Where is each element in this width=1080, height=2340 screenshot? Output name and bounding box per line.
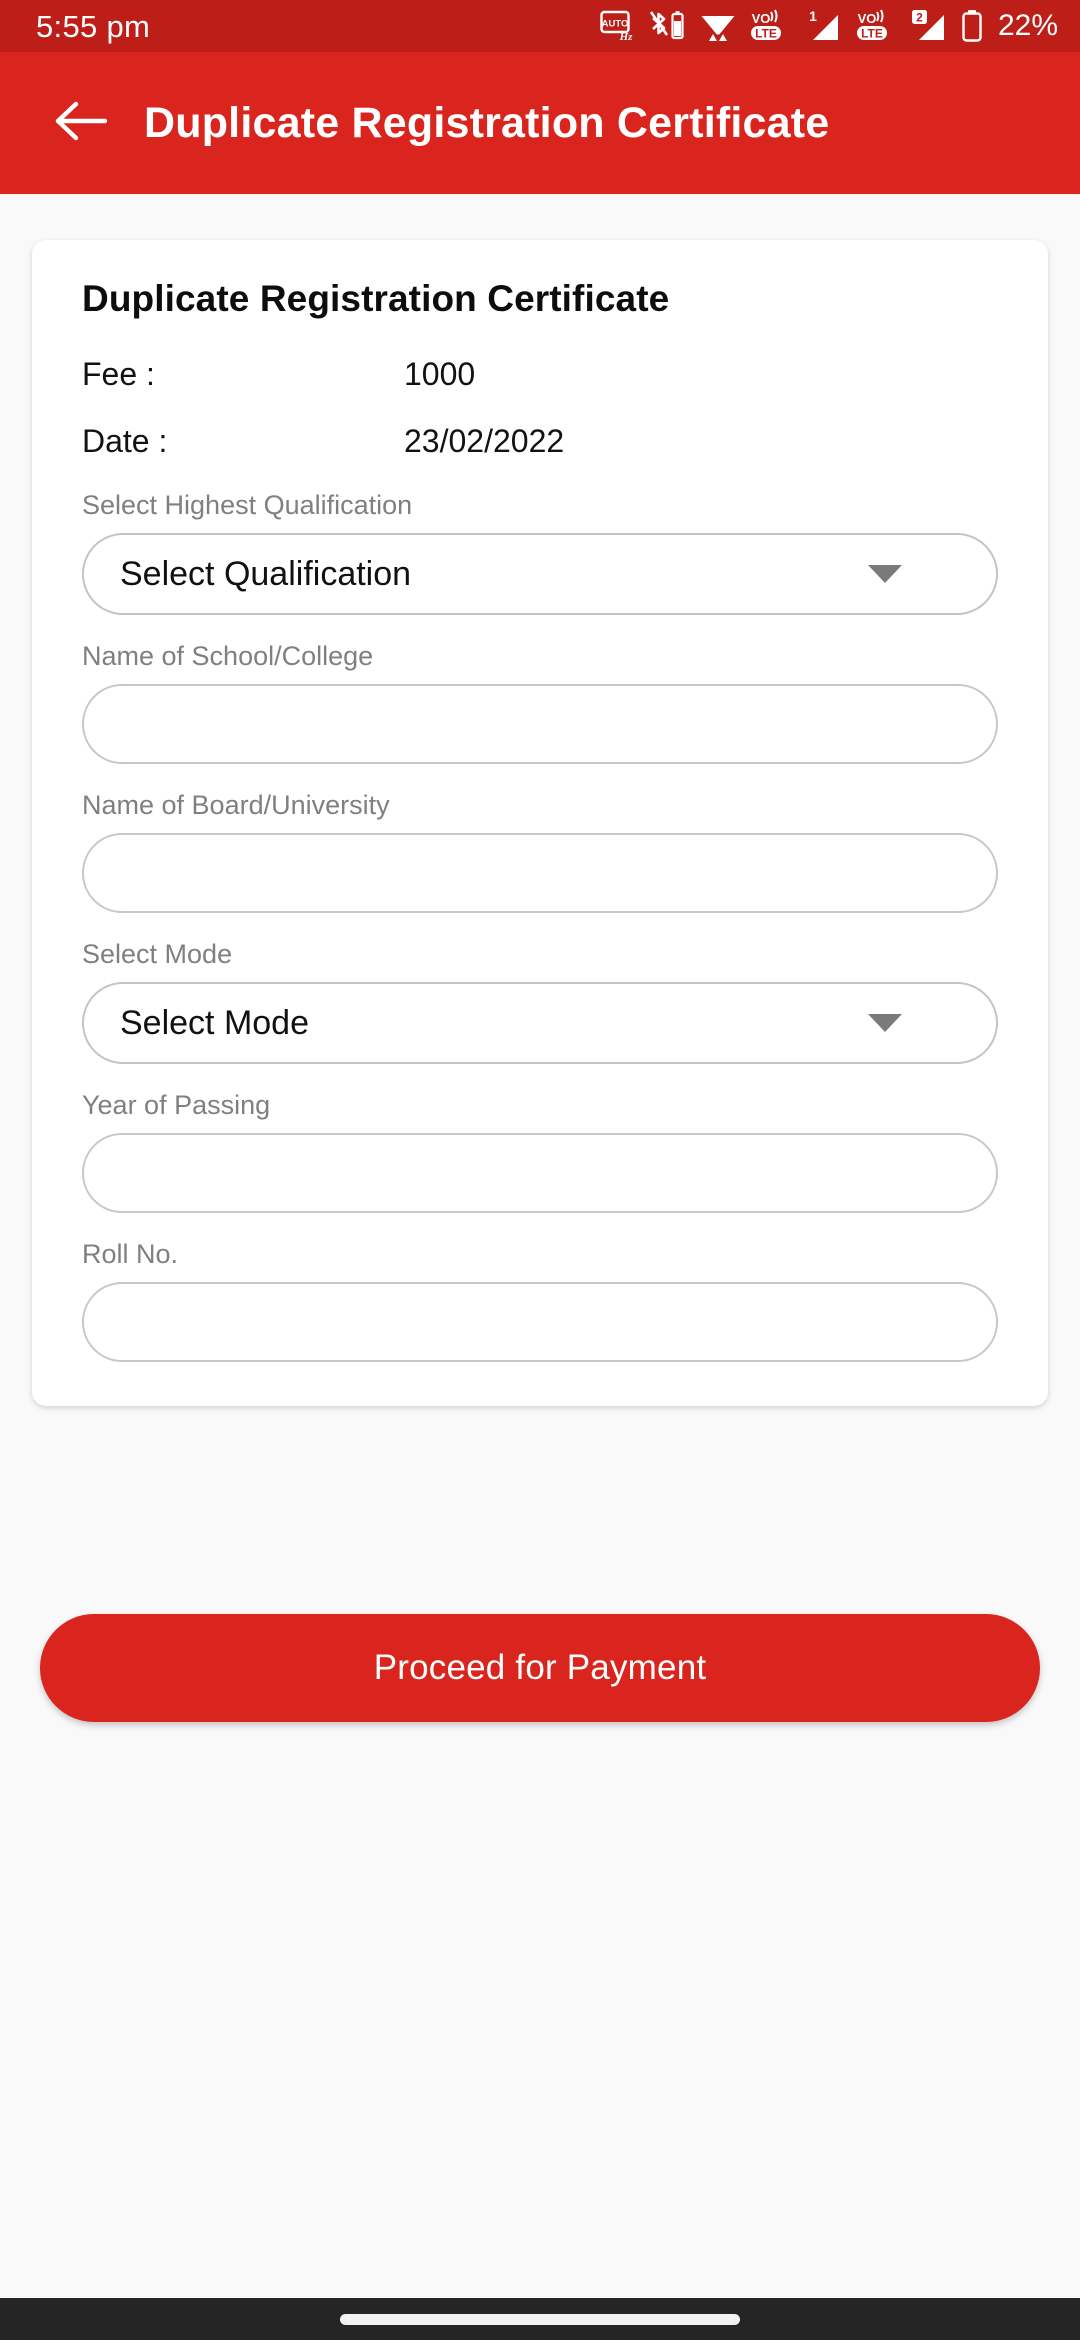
status-bar: 5:55 pm AUTO Hz VO LTE 1 VO LTE 2 22% (0, 0, 1080, 52)
svg-text:LTE: LTE (861, 27, 883, 41)
status-bar-clock: 5:55 pm (36, 8, 151, 44)
field-label-year: Year of Passing (82, 1090, 271, 1120)
system-navigation-bar (0, 2298, 1080, 2340)
field-label-mode: Select Mode (82, 939, 233, 969)
svg-text:LTE: LTE (755, 27, 777, 41)
proceed-for-payment-label: Proceed for Payment (373, 1648, 707, 1687)
year-input[interactable] (82, 1133, 998, 1213)
volte-sim1-icon: VO LTE (749, 9, 791, 43)
mode-select[interactable]: Select Mode (82, 982, 998, 1064)
school-input[interactable] (82, 684, 998, 764)
detail-row-date: Date : 23/02/2022 (82, 423, 998, 460)
field-mode: Select Mode Select Mode (82, 939, 998, 1064)
svg-text:2: 2 (916, 11, 923, 25)
wifi-icon (700, 9, 736, 43)
phone-screen: 5:55 pm AUTO Hz VO LTE 1 VO LTE 2 22% Du… (0, 0, 1080, 2340)
qualification-select[interactable]: Select Qualification (82, 533, 998, 615)
home-gesture-pill[interactable] (340, 2313, 740, 2325)
field-label-qualification: Select Highest Qualification (82, 490, 413, 520)
chevron-down-icon (868, 565, 902, 583)
battery-percentage: 22% (997, 9, 1058, 42)
chevron-down-icon (868, 1014, 902, 1032)
field-roll-no: Roll No. (82, 1239, 998, 1362)
field-school: Name of School/College (82, 641, 998, 764)
svg-text:1: 1 (809, 9, 817, 24)
battery-icon (961, 9, 983, 43)
signal-sim1-icon: 1 (804, 9, 842, 43)
field-board: Name of Board/University (82, 790, 998, 913)
svg-text:Hz: Hz (619, 31, 634, 42)
app-bar: Duplicate Registration Certificate (0, 52, 1080, 194)
field-label-roll-no: Roll No. (82, 1239, 179, 1269)
qualification-select-value: Select Qualification (120, 555, 412, 593)
fee-label: Fee : (82, 356, 155, 392)
field-label-school: Name of School/College (82, 641, 374, 671)
board-input[interactable] (82, 833, 998, 913)
form-card: Duplicate Registration Certificate Fee :… (32, 240, 1048, 1406)
status-bar-icons: AUTO Hz VO LTE 1 VO LTE 2 22% (600, 9, 1058, 43)
signal-sim2-icon: 2 (910, 9, 948, 43)
back-button[interactable] (28, 69, 136, 177)
arrow-left-icon (53, 99, 111, 148)
auto-refresh-rate-icon: AUTO Hz (600, 10, 634, 42)
bluetooth-battery-icon (647, 9, 687, 43)
roll-no-input[interactable] (82, 1282, 998, 1362)
detail-row-fee: Fee : 1000 (82, 356, 998, 393)
field-label-board: Name of Board/University (82, 790, 390, 820)
field-qualification: Select Highest Qualification Select Qual… (82, 490, 998, 615)
mode-select-value: Select Mode (120, 1004, 309, 1042)
page-title: Duplicate Registration Certificate (144, 98, 830, 147)
svg-text:VO: VO (752, 11, 771, 26)
date-value: 23/02/2022 (404, 423, 565, 459)
volte-sim2-icon: VO LTE (855, 9, 897, 43)
svg-text:AUTO: AUTO (602, 19, 629, 30)
card-title: Duplicate Registration Certificate (82, 278, 670, 319)
fee-value: 1000 (404, 356, 476, 392)
svg-text:VO: VO (858, 11, 877, 26)
date-label: Date : (82, 423, 168, 459)
field-year: Year of Passing (82, 1090, 998, 1213)
proceed-for-payment-button[interactable]: Proceed for Payment (40, 1614, 1040, 1722)
